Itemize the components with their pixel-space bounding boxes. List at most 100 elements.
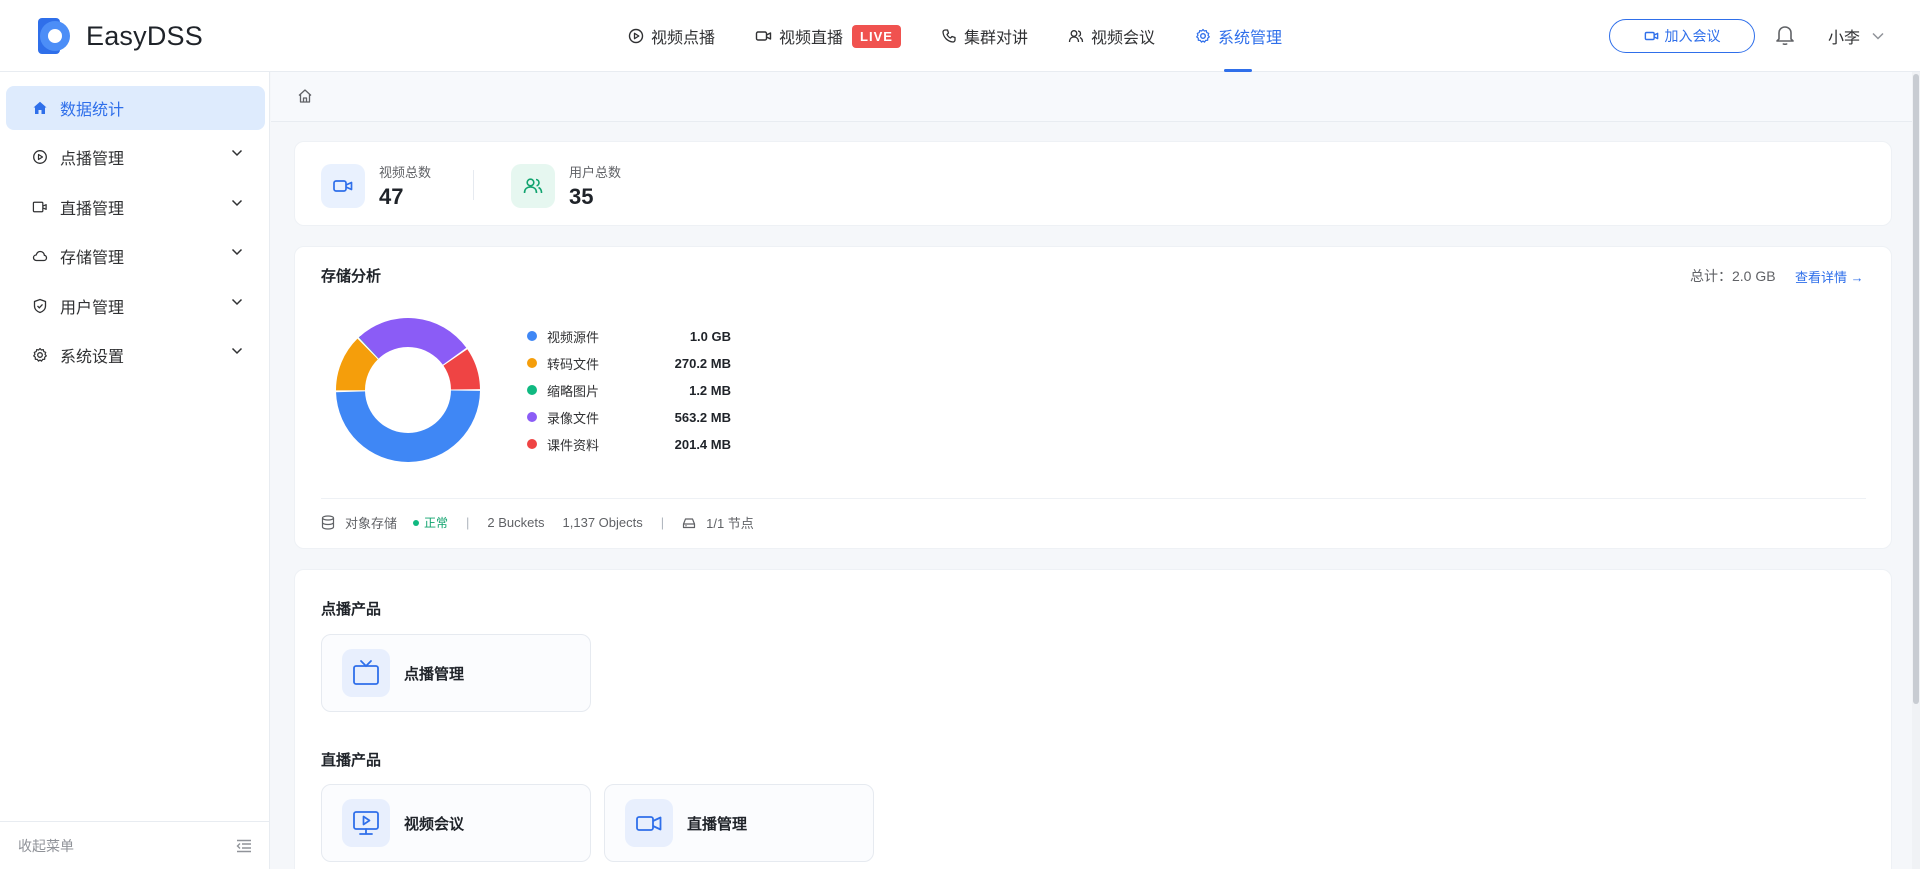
top-nav: 视频点播 视频直播 LIVE 集群对讲 视频会议 系统管理 bbox=[608, 0, 1302, 72]
sidebar-item-label: 直播管理 bbox=[60, 201, 125, 218]
home-icon bbox=[33, 101, 47, 114]
database-icon bbox=[321, 515, 335, 530]
sidebar: 数据统计 点播管理 直播管理 存储管理 用户管理 系统设置 收起菜单 bbox=[0, 72, 270, 869]
legend-label: 转码文件 bbox=[547, 356, 600, 372]
sidebar-item-label: 用户管理 bbox=[60, 300, 125, 317]
bucket-count: 2 Buckets bbox=[487, 515, 545, 530]
nav-item-meeting[interactable]: 视频会议 bbox=[1048, 0, 1175, 72]
nav-item-system[interactable]: 系统管理 bbox=[1175, 0, 1302, 72]
product-video-meeting[interactable]: 视频会议 bbox=[321, 784, 591, 862]
divider bbox=[473, 170, 474, 200]
product-label: 点播管理 bbox=[404, 665, 465, 683]
donut-slice-1[interactable] bbox=[336, 390, 480, 463]
app-name: EasyDSS bbox=[86, 20, 203, 51]
chevron-down-icon bbox=[231, 298, 243, 306]
legend-item: 课件资料 201.4 MB bbox=[527, 434, 731, 454]
product-vod-management[interactable]: 点播管理 bbox=[321, 634, 591, 712]
cloud-icon bbox=[32, 250, 48, 262]
notification-bell[interactable] bbox=[1775, 24, 1795, 49]
object-storage-label: 对象存储 bbox=[345, 516, 398, 531]
product-live-management[interactable]: 直播管理 bbox=[604, 784, 874, 862]
shield-icon bbox=[33, 298, 47, 314]
sidebar-item-live[interactable]: 直播管理 bbox=[6, 185, 265, 229]
users-icon bbox=[1068, 30, 1084, 43]
live-products-title: 直播产品 bbox=[321, 752, 382, 769]
stat-label: 视频总数 bbox=[379, 165, 432, 180]
vod-products-title: 点播产品 bbox=[321, 601, 382, 618]
legend-value: 270.2 MB bbox=[674, 355, 731, 371]
legend-item: 录像文件 563.2 MB bbox=[527, 407, 731, 427]
join-meeting-button[interactable]: 加入会议 bbox=[1609, 19, 1755, 53]
user-menu[interactable]: 小李 bbox=[1828, 24, 1884, 48]
sidebar-item-label: 系统设置 bbox=[60, 349, 125, 366]
legend-value: 1.0 GB bbox=[689, 328, 731, 344]
nav-item-live[interactable]: 视频直播 LIVE bbox=[735, 0, 921, 72]
gear-icon bbox=[33, 347, 47, 362]
divider bbox=[321, 498, 1866, 499]
chevron-down-icon bbox=[231, 347, 243, 355]
stat-users: 用户总数 35 bbox=[511, 162, 621, 210]
view-details-link[interactable]: 查看详情 → bbox=[1795, 267, 1864, 286]
product-label: 视频会议 bbox=[404, 815, 465, 833]
storage-footer: 对象存储 正常 | 2 Buckets 1,137 Objects | 1/1 … bbox=[321, 513, 754, 532]
separator: | bbox=[466, 515, 470, 530]
user-name: 小李 bbox=[1828, 30, 1861, 47]
legend-dot-icon bbox=[527, 439, 537, 449]
home-outline-icon[interactable] bbox=[297, 88, 313, 104]
users-icon bbox=[511, 164, 555, 208]
legend-dot-icon bbox=[527, 385, 537, 395]
play-circle-icon bbox=[628, 28, 644, 44]
stat-label: 用户总数 bbox=[569, 165, 622, 180]
join-meeting-label: 加入会议 bbox=[1664, 28, 1721, 44]
stat-value: 47 bbox=[379, 184, 404, 209]
sidebar-item-vod[interactable]: 点播管理 bbox=[6, 135, 265, 179]
stat-value: 35 bbox=[569, 184, 594, 209]
scrollbar-thumb[interactable] bbox=[1913, 74, 1919, 704]
sidebar-item-label: 点播管理 bbox=[60, 151, 125, 168]
legend-dot-icon bbox=[527, 358, 537, 368]
node-count: 1/1 节点 bbox=[706, 516, 754, 531]
chevron-down-icon bbox=[231, 248, 243, 256]
sidebar-item-settings[interactable]: 系统设置 bbox=[6, 333, 265, 377]
product-label: 直播管理 bbox=[687, 815, 748, 833]
nav-item-vod[interactable]: 视频点播 bbox=[608, 0, 735, 72]
logo[interactable]: EasyDSS bbox=[38, 18, 203, 54]
collapse-menu-icon bbox=[236, 839, 251, 852]
storage-title: 存储分析 bbox=[321, 268, 382, 285]
sidebar-item-users[interactable]: 用户管理 bbox=[6, 284, 265, 328]
status-dot-icon bbox=[413, 519, 420, 526]
video-camera-icon bbox=[625, 799, 673, 847]
legend-dot-icon bbox=[527, 412, 537, 422]
legend-dot-icon bbox=[527, 331, 537, 341]
logo-icon bbox=[38, 18, 70, 54]
nav-label: 系统管理 bbox=[1217, 30, 1282, 47]
sidebar-item-storage[interactable]: 存储管理 bbox=[6, 234, 265, 278]
top-header: EasyDSS 视频点播 视频直播 LIVE 集群对讲 视频会议 系统管理 加入… bbox=[0, 0, 1920, 72]
play-circle-icon bbox=[33, 150, 47, 164]
status-text: 正常 bbox=[424, 516, 449, 530]
nav-label: 视频会议 bbox=[1090, 30, 1155, 47]
legend-label: 录像文件 bbox=[547, 410, 600, 426]
sidebar-item-statistics[interactable]: 数据统计 bbox=[6, 86, 265, 130]
storage-total: 总计：2.0 GB bbox=[1690, 268, 1776, 284]
collapse-menu-button[interactable]: 收起菜单 bbox=[0, 821, 270, 869]
separator: | bbox=[660, 515, 665, 530]
chevron-down-icon bbox=[231, 199, 243, 207]
server-node-icon bbox=[683, 517, 696, 528]
sidebar-item-label: 数据统计 bbox=[60, 102, 125, 119]
phone-icon bbox=[942, 29, 956, 43]
live-badge: LIVE bbox=[852, 24, 901, 48]
nav-label: 集群对讲 bbox=[963, 30, 1028, 47]
monitor-play-icon bbox=[342, 799, 390, 847]
stats-card: 视频总数 47 用户总数 35 bbox=[294, 141, 1892, 226]
bell-icon bbox=[1776, 26, 1794, 46]
nav-label: 视频直播 bbox=[779, 30, 844, 47]
chevron-down-icon bbox=[231, 149, 243, 157]
chevron-down-icon bbox=[1872, 32, 1884, 40]
breadcrumb bbox=[271, 72, 1920, 122]
nav-label: 视频点播 bbox=[651, 30, 716, 47]
video-camera-icon bbox=[755, 31, 772, 41]
video-camera-icon bbox=[1644, 31, 1658, 41]
collapse-menu-label: 收起菜单 bbox=[18, 837, 74, 854]
nav-item-intercom[interactable]: 集群对讲 bbox=[921, 0, 1048, 72]
